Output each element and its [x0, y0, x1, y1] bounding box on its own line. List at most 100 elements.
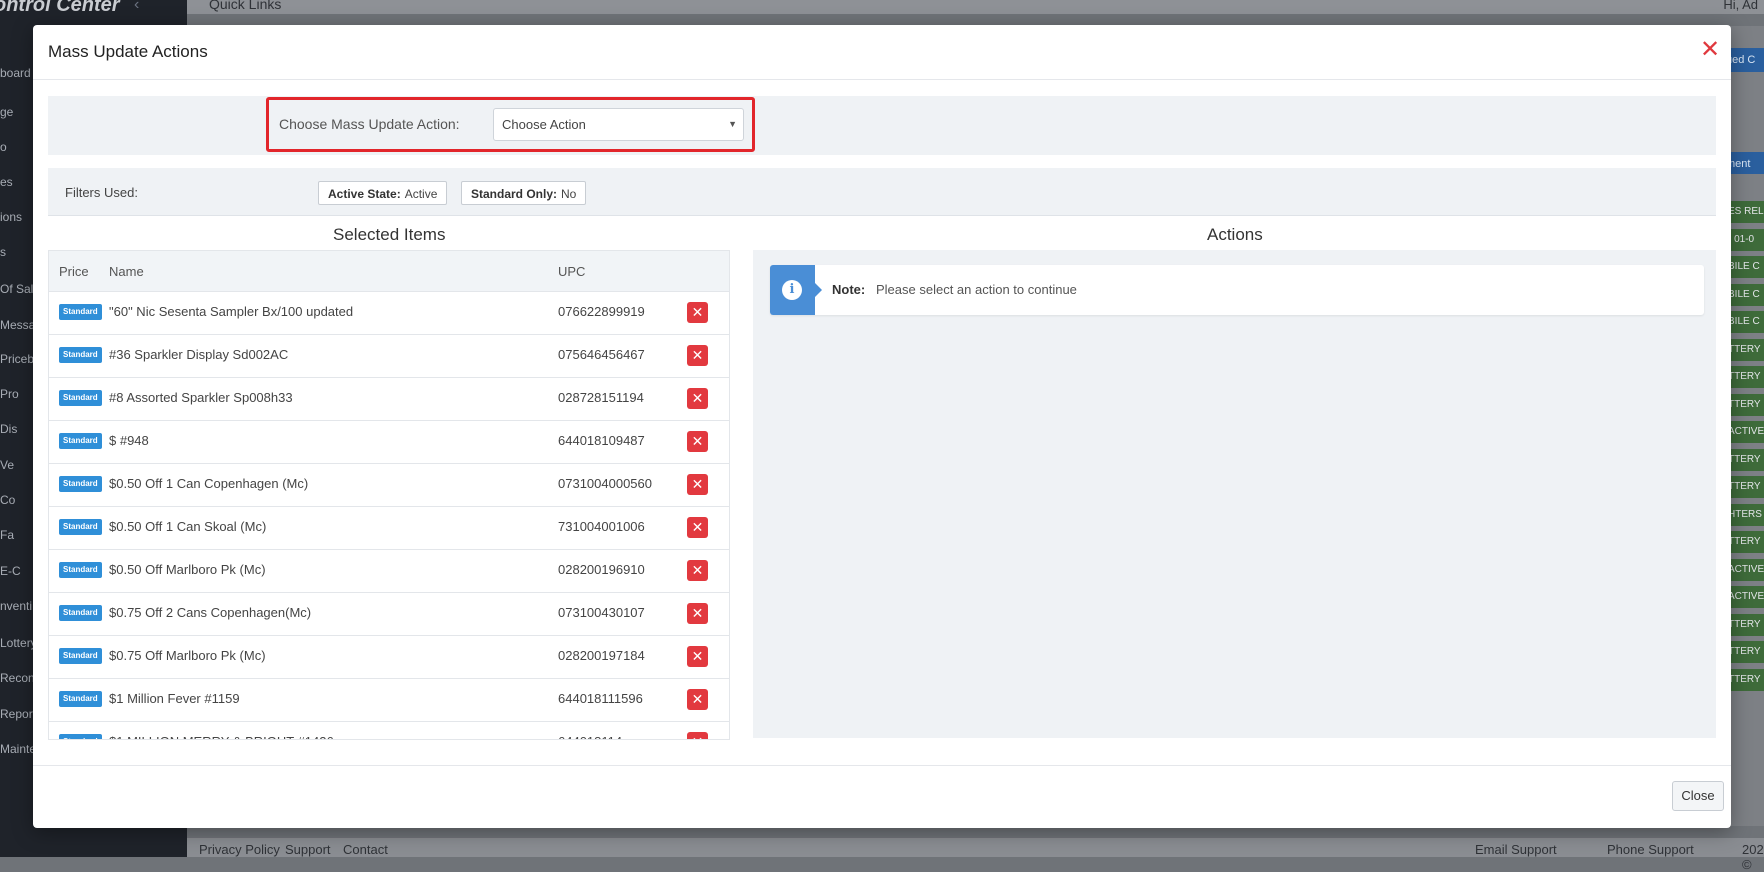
item-name: $0.50 Off Marlboro Pk (Mc) [109, 562, 266, 577]
table-row: Standard $1 MILLION MERRY & BRIGHT #1426 6… [49, 721, 729, 739]
action-label: Choose Mass Update Action: [279, 116, 460, 132]
background-nav-item: Report [0, 707, 37, 721]
note-label: Note: [832, 282, 866, 297]
price-badge: Standard [59, 476, 102, 492]
action-select[interactable]: Choose Action ▼ [493, 108, 744, 141]
item-upc: 644018111596 [558, 691, 643, 706]
price-badge: Standard [59, 691, 102, 707]
note-alert: i Note: Please select an action to conti… [770, 265, 1704, 315]
background-nav-item: Messa [0, 318, 36, 332]
filter-value: No [561, 187, 577, 201]
price-badge: Standard [59, 433, 102, 449]
item-name: $1 Million Fever #1159 [109, 691, 240, 706]
table-row: Standard #36 Sparkler Display Sd002AC 0756… [49, 334, 729, 378]
background-nav-item: s [0, 245, 6, 259]
table-row: Standard #8 Assorted Sparkler Sp008h33 028… [49, 377, 729, 421]
remove-item-button[interactable]: ✕ [687, 517, 708, 538]
remove-item-button[interactable]: ✕ [687, 646, 708, 667]
filters-bar: Filters Used: Active State: Active Standa… [48, 168, 1716, 216]
price-badge: Standard [59, 605, 102, 621]
selected-items-title: Selected Items [333, 225, 446, 244]
table-header: Price Name UPC [49, 251, 729, 292]
table-row: Standard $0.50 Off 1 Can Copenhagen (Mc) 0… [49, 463, 729, 507]
footer-copyright: 2024 © [1742, 842, 1764, 872]
table-row: Standard "60" Nic Sesenta Sampler Bx/100 … [49, 291, 729, 335]
background-status-tag: - 01-0 [1728, 228, 1764, 251]
background-status-tag: ES REL [1728, 201, 1764, 223]
background-nav-item: ge [0, 105, 14, 119]
footer-email-support: Email Support [1475, 842, 1557, 857]
item-name: $ #948 [109, 433, 149, 448]
price-badge: Standard [59, 562, 102, 578]
table-row: Standard $0.50 Off 1 Can Skoal (Mc) 731004… [49, 506, 729, 550]
remove-item-button[interactable]: ✕ [687, 388, 708, 409]
remove-item-button[interactable]: ✕ [687, 345, 708, 366]
background-status-tag: BILE C [1728, 283, 1764, 306]
background-nav-item: Dis [0, 422, 18, 436]
chevron-down-icon: ▼ [728, 119, 737, 129]
remove-item-button[interactable]: ✕ [687, 302, 708, 323]
column-upc: UPC [558, 264, 586, 279]
background-status-tag: ACTIVE [1728, 558, 1764, 581]
remove-item-button[interactable]: ✕ [687, 431, 708, 452]
item-name: "60" Nic Sesenta Sampler Bx/100 updated [109, 304, 354, 319]
column-name: Name [109, 264, 144, 279]
background-status-tag: TTERY [1728, 668, 1764, 691]
background-nav-item: Lottery [0, 636, 37, 650]
background-nav-item: Fa [0, 528, 15, 542]
item-name: $0.50 Off 1 Can Copenhagen (Mc) [109, 476, 309, 491]
background-status-tag: BILE C [1728, 311, 1764, 333]
remove-item-button[interactable]: ✕ [687, 474, 708, 495]
modal-title: Mass Update Actions [48, 42, 208, 61]
info-icon: i [782, 280, 802, 300]
remove-item-button[interactable]: ✕ [687, 732, 708, 739]
collapse-icon: ‹ [134, 0, 140, 13]
background-nav-item: Ve [0, 458, 15, 472]
filter-value: Active [404, 187, 438, 201]
item-upc: 644018114 [558, 734, 622, 739]
price-badge: Standard [59, 648, 102, 664]
column-price: Price [59, 264, 89, 279]
background-nav-item: Of Sal [0, 282, 34, 296]
item-name: $0.75 Off Marlboro Pk (Mc) [109, 648, 266, 663]
remove-item-button[interactable]: ✕ [687, 603, 708, 624]
price-badge: Standard [59, 390, 102, 406]
brand-logo-text: ontrol Center [0, 0, 120, 16]
action-chooser-bar: Choose Mass Update Action: Choose Action… [48, 96, 1716, 155]
note-text: Please select an action to continue [876, 282, 1077, 297]
item-name: $1 MILLION MERRY & BRIGHT #1426 [109, 734, 334, 739]
background-status-tag: TTERY [1728, 393, 1764, 416]
item-upc: 073100430107 [558, 605, 645, 620]
background-nav-item: nventi [0, 599, 33, 613]
close-icon[interactable]: ✕ [1697, 37, 1723, 63]
background-status-tag: HTERS [1728, 503, 1764, 526]
remove-item-button[interactable]: ✕ [687, 689, 708, 710]
background-nav-item: Pro [0, 387, 19, 401]
selected-items-table[interactable]: Price Name UPC Standard "60" Nic Sesenta … [48, 250, 730, 740]
modal-footer-divider [33, 765, 1731, 766]
filter-key: Standard Only: [471, 187, 558, 201]
background-footer: Privacy Policy Support Contact Email Sup… [187, 838, 1764, 872]
background-nav-item: board [0, 66, 31, 80]
item-name: $0.75 Off 2 Cans Copenhagen(Mc) [109, 605, 312, 620]
background-topbar: Quick Links Hi, Ad [187, 0, 1764, 14]
footer-link: Privacy Policy [199, 842, 280, 857]
item-upc: 644018109487 [558, 433, 645, 448]
filter-chip-active-state: Active State: Active [318, 181, 448, 205]
background-nav-item: Co [0, 493, 16, 507]
background-nav-item: ions [0, 210, 23, 224]
price-badge: Standard [59, 347, 102, 363]
quick-links: Quick Links [209, 0, 282, 12]
close-button[interactable]: Close [1672, 781, 1724, 811]
background-nav-item: E-C [0, 564, 21, 578]
table-row: Standard $0.50 Off Marlboro Pk (Mc) 028200… [49, 549, 729, 593]
item-upc: 028200196910 [558, 562, 645, 577]
background-status-tag: ACTIVE [1728, 586, 1764, 608]
actions-title: Actions [1207, 225, 1263, 244]
modal-header: Mass Update Actions ✕ [33, 25, 1731, 80]
background-status-tag: BILE C [1728, 256, 1764, 278]
actions-panel: i Note: Please select an action to conti… [753, 250, 1716, 738]
user-greeting: Hi, Ad [1723, 0, 1758, 12]
remove-item-button[interactable]: ✕ [687, 560, 708, 581]
footer-phone-support: Phone Support [1607, 842, 1694, 857]
